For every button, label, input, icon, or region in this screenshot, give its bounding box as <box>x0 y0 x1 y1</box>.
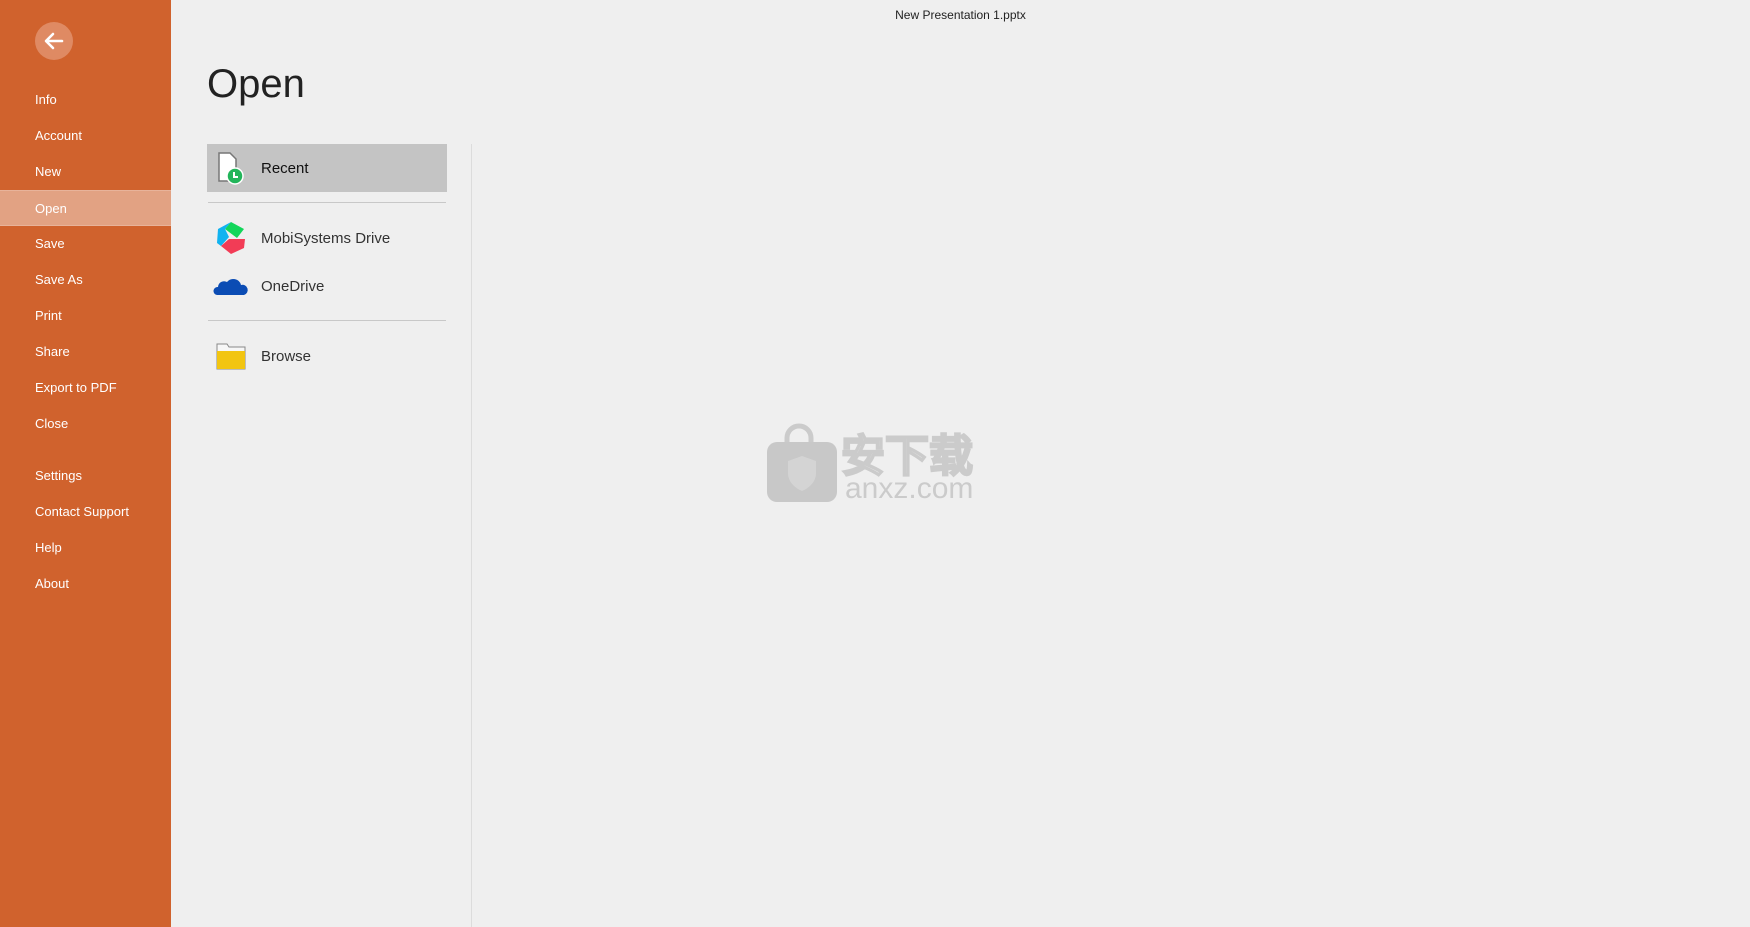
nav-new[interactable]: New <box>0 154 171 190</box>
nav-account[interactable]: Account <box>0 118 171 154</box>
location-label: Recent <box>261 159 309 177</box>
divider <box>208 320 446 321</box>
page-title: Open <box>207 62 305 106</box>
nav-help[interactable]: Help <box>0 530 171 566</box>
folder-icon <box>212 338 250 374</box>
sidebar: Info Account New Open Save Save As Print… <box>0 0 171 927</box>
divider <box>208 202 446 203</box>
window-title: New Presentation 1.pptx <box>895 8 1026 22</box>
back-button[interactable] <box>35 22 73 60</box>
location-label: MobiSystems Drive <box>261 229 391 247</box>
nav-close[interactable]: Close <box>0 406 171 442</box>
location-mobisystems-drive[interactable]: MobiSystems Drive <box>207 214 447 262</box>
nav-about[interactable]: About <box>0 566 171 602</box>
recent-file-icon <box>212 150 250 186</box>
nav-share[interactable]: Share <box>0 334 171 370</box>
panel-divider <box>471 144 472 927</box>
mobisystems-drive-icon <box>212 220 250 256</box>
location-browse[interactable]: Browse <box>207 332 447 380</box>
nav-save-as[interactable]: Save As <box>0 262 171 298</box>
location-label: OneDrive <box>261 277 325 295</box>
nav-open[interactable]: Open <box>0 190 171 226</box>
watermark-subtext: anxz.com <box>845 472 974 505</box>
nav-print[interactable]: Print <box>0 298 171 334</box>
onedrive-icon <box>212 268 250 304</box>
watermark: 安下载 anxz.com <box>767 422 982 505</box>
nav-save[interactable]: Save <box>0 226 171 262</box>
location-label: Browse <box>261 347 312 365</box>
arrow-left-icon <box>44 32 64 50</box>
nav-contact-support[interactable]: Contact Support <box>0 494 171 530</box>
nav-settings[interactable]: Settings <box>0 458 171 494</box>
nav-info[interactable]: Info <box>0 82 171 118</box>
location-onedrive[interactable]: OneDrive <box>207 262 447 310</box>
nav-export-to-pdf[interactable]: Export to PDF <box>0 370 171 406</box>
location-recent[interactable]: Recent <box>207 144 447 192</box>
